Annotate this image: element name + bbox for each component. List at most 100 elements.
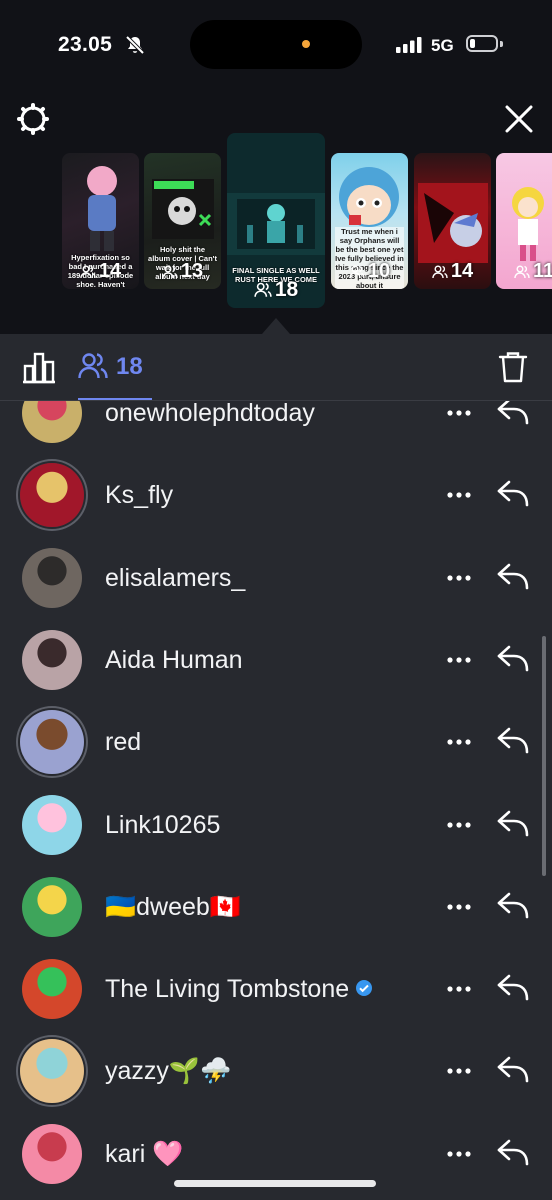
more-options-button[interactable] <box>446 977 472 1001</box>
more-dots-icon <box>447 574 471 581</box>
more-options-button[interactable] <box>446 648 472 672</box>
viewer-row[interactable]: onewholephdtoday <box>0 401 552 454</box>
delete-story-button[interactable] <box>497 350 529 389</box>
insights-button[interactable] <box>22 350 56 389</box>
reply-button[interactable] <box>496 1135 530 1169</box>
more-options-button[interactable] <box>446 401 472 425</box>
more-dots-icon <box>447 492 471 498</box>
reply-button[interactable] <box>496 970 530 1004</box>
reply-button[interactable] <box>496 806 530 840</box>
viewer-row[interactable]: The Living Tombstone <box>0 948 552 1030</box>
viewer-username[interactable]: onewholephdtoday <box>105 401 315 454</box>
viewer-row[interactable]: Ks_fly <box>0 454 552 536</box>
reply-button[interactable] <box>496 401 530 428</box>
signal-icon <box>396 37 424 58</box>
reply-button[interactable] <box>496 723 530 757</box>
battery-icon <box>466 35 498 52</box>
more-options-button[interactable] <box>446 813 472 837</box>
reply-arrow-icon <box>497 1057 529 1083</box>
viewer-username[interactable]: kari 🩷 <box>105 1113 183 1195</box>
story-view-count: 14 <box>62 260 139 283</box>
avatar[interactable] <box>22 547 82 608</box>
avatar[interactable] <box>20 710 84 775</box>
reply-arrow-icon <box>497 563 529 589</box>
more-options-button[interactable] <box>446 895 472 919</box>
story-thumbnail[interactable]: Hyperfixation so bad I purchased a 189 d… <box>62 153 139 289</box>
reply-arrow-icon <box>497 727 529 754</box>
viewer-username[interactable]: 🇺🇦dweeb🇨🇦 <box>105 866 241 948</box>
story-viewer-header: 23.05 5G Hyperfixation so bad I purchase… <box>0 0 552 334</box>
story-thumbnail[interactable]: Holy shit the album cover | Can't wait f… <box>144 153 221 289</box>
people-icon <box>162 265 178 278</box>
viewer-row[interactable]: elisalamers_ <box>0 537 552 619</box>
reply-button[interactable] <box>496 641 530 675</box>
status-time: 23.05 <box>58 33 113 56</box>
avatar[interactable] <box>20 463 84 528</box>
viewer-username[interactable]: The Living Tombstone <box>105 948 373 1030</box>
viewer-row[interactable]: yazzy🌱⛈️ <box>0 1030 552 1112</box>
viewers-count: 18 <box>116 353 143 380</box>
reply-button[interactable] <box>496 476 530 510</box>
more-options-button[interactable] <box>446 483 472 507</box>
gear-icon <box>16 103 50 140</box>
reply-button[interactable] <box>496 888 530 922</box>
close-icon <box>502 105 536 140</box>
viewer-username-text: elisalamers_ <box>105 563 246 592</box>
viewer-username[interactable]: Ks_fly <box>105 454 173 536</box>
more-dots-icon <box>447 410 471 416</box>
more-options-button[interactable] <box>446 566 472 590</box>
more-dots-icon <box>447 821 471 828</box>
active-story-pointer <box>262 318 290 334</box>
reply-arrow-icon <box>497 1139 529 1165</box>
viewer-row[interactable]: red <box>0 701 552 783</box>
reply-button[interactable] <box>496 559 530 593</box>
people-icon <box>254 282 272 297</box>
people-icon <box>349 265 365 278</box>
viewer-row[interactable]: 🇺🇦dweeb🇨🇦 <box>0 866 552 948</box>
viewer-username-text: red <box>105 728 142 757</box>
story-thumbnail[interactable]: 11 <box>496 153 552 289</box>
avatar[interactable] <box>22 629 82 690</box>
viewer-row[interactable]: Aida Human <box>0 619 552 701</box>
viewer-username[interactable]: yazzy🌱⛈️ <box>105 1030 231 1112</box>
verified-badge-icon <box>356 980 373 997</box>
avatar[interactable] <box>22 959 82 1020</box>
avatar[interactable] <box>22 401 82 443</box>
viewers-list[interactable]: onewholephdtoday Ks_fly elisalamers_ Aida H… <box>0 401 552 1200</box>
story-thumbnail[interactable]: 14 <box>414 153 491 289</box>
reply-arrow-icon <box>497 810 529 836</box>
more-dots-icon <box>447 986 471 992</box>
privacy-indicator <box>302 40 310 48</box>
story-thumbnail[interactable]: Trust me when i say Orphans will be the … <box>331 153 408 289</box>
settings-button[interactable] <box>16 102 50 136</box>
reply-arrow-icon <box>497 480 529 507</box>
viewer-username[interactable]: red <box>105 701 141 783</box>
viewer-username[interactable]: elisalamers_ <box>105 537 245 619</box>
tab-viewers[interactable]: 18 <box>78 348 152 400</box>
story-view-count: 18 <box>227 278 325 302</box>
reply-arrow-icon <box>497 974 529 1001</box>
reply-button[interactable] <box>496 1052 530 1086</box>
viewer-username-text: kari 🩷 <box>105 1139 184 1168</box>
viewer-row[interactable]: Link10265 <box>0 784 552 866</box>
avatar[interactable] <box>20 1039 84 1104</box>
close-button[interactable] <box>502 102 536 136</box>
viewer-username-text: Aida Human <box>105 645 243 674</box>
more-options-button[interactable] <box>446 1142 472 1166</box>
avatar[interactable] <box>22 794 82 855</box>
avatar[interactable] <box>22 876 82 937</box>
more-dots-icon <box>447 1068 471 1074</box>
more-dots-icon <box>447 1151 471 1157</box>
dynamic-island <box>190 20 362 69</box>
avatar[interactable] <box>22 1123 82 1184</box>
story-view-count-value: 13 <box>180 260 204 282</box>
more-options-button[interactable] <box>446 1059 472 1083</box>
viewer-username-text: The Living Tombstone <box>105 975 350 1004</box>
viewer-username[interactable]: Link10265 <box>105 784 220 866</box>
more-dots-icon <box>447 657 471 663</box>
scrollbar[interactable] <box>542 636 546 876</box>
story-thumbnail-active[interactable]: FINAL SINGLE AS WELL RUST HERE WE COME 1… <box>227 133 325 308</box>
viewer-username[interactable]: Aida Human <box>105 619 243 701</box>
home-indicator[interactable] <box>174 1180 376 1187</box>
more-options-button[interactable] <box>446 730 472 754</box>
